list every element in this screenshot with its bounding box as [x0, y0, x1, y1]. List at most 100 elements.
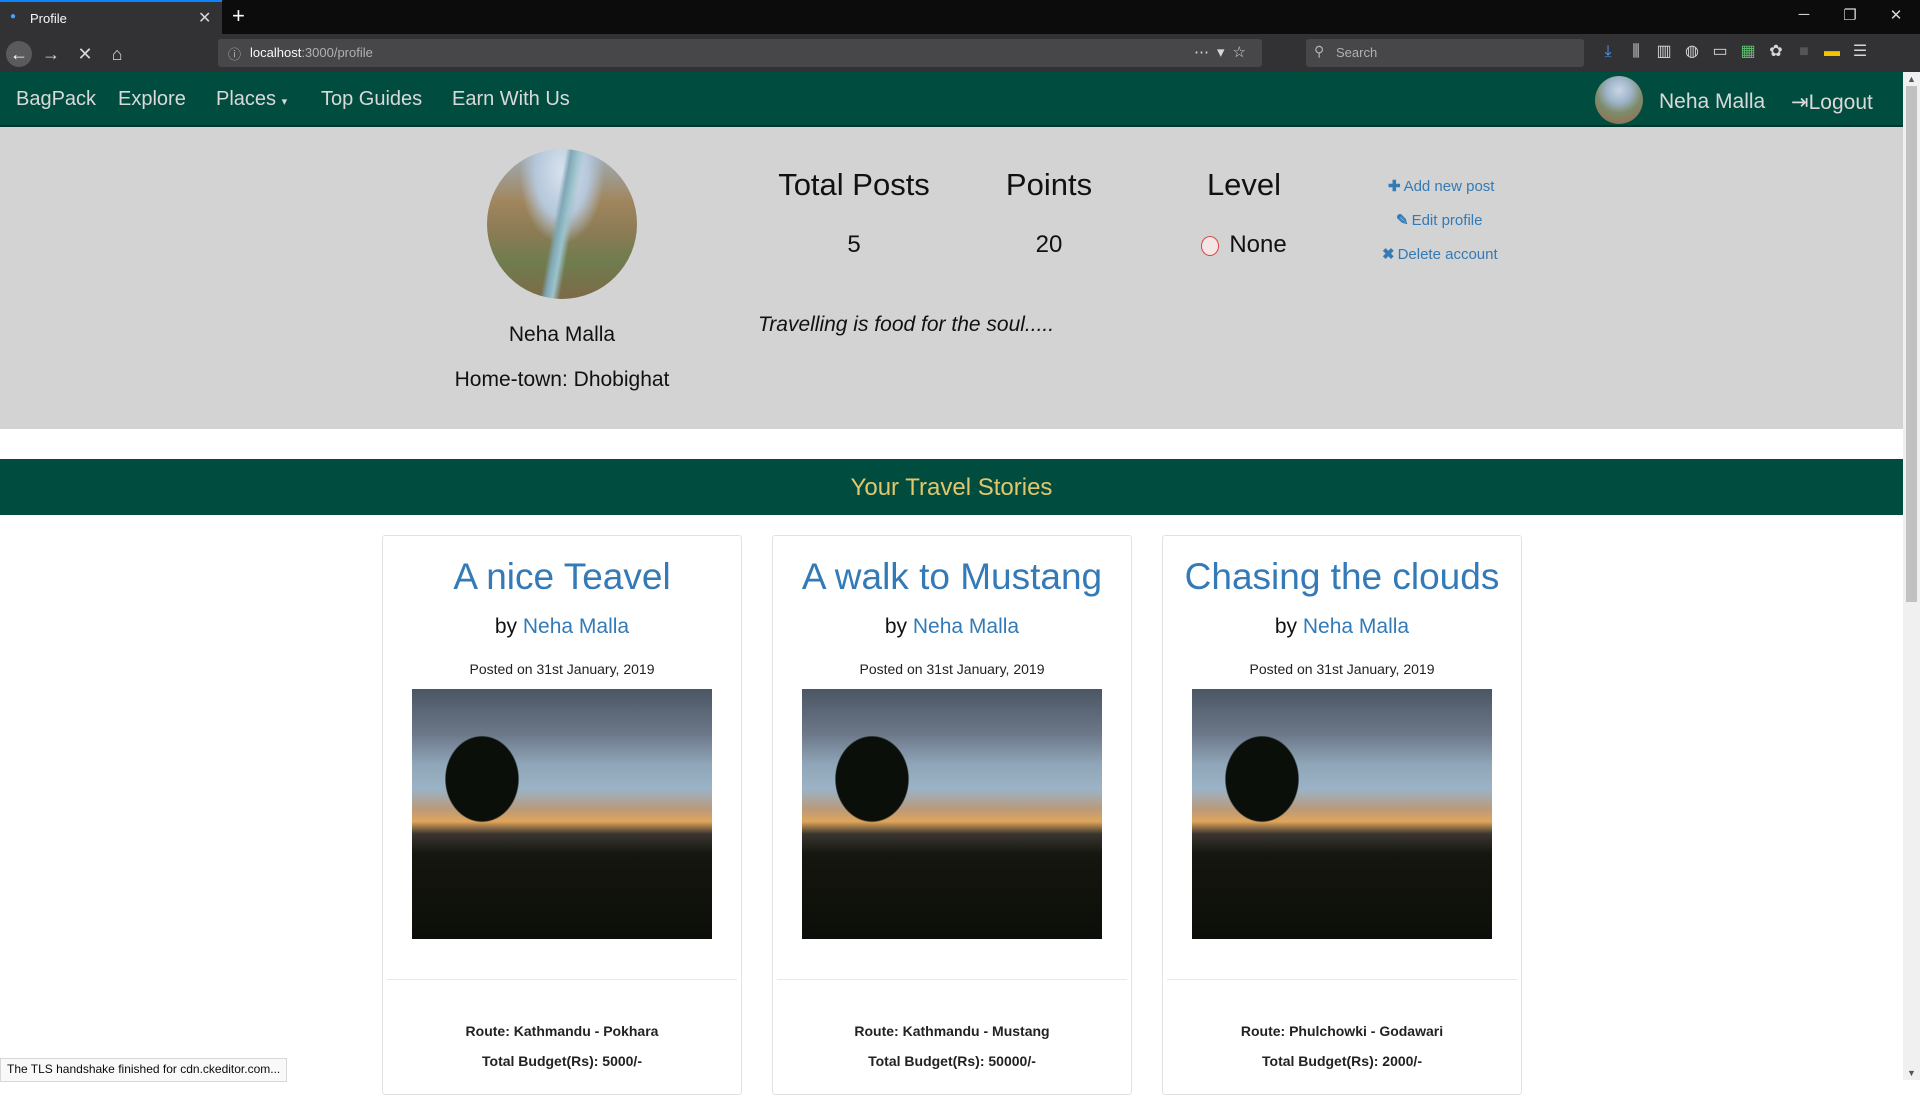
story-date: Posted on 31st January, 2019: [859, 661, 1045, 677]
author-link[interactable]: Neha Malla: [523, 615, 629, 638]
scroll-thumb[interactable]: [1906, 86, 1917, 602]
download-icon[interactable]: ⤓: [1594, 43, 1622, 61]
story-route: Route: Kathmandu - Mustang: [854, 1023, 1050, 1039]
stories-heading: Your Travel Stories: [850, 474, 1053, 501]
brand-link[interactable]: BagPack: [16, 88, 96, 111]
plus-icon: ✚: [1388, 178, 1401, 195]
site-navbar: BagPack Explore Places ▾ Top Guides Earn…: [0, 72, 1903, 127]
scroll-up-icon[interactable]: ▲: [1907, 74, 1916, 84]
card-divider: [387, 979, 737, 980]
browser-tab-profile[interactable]: ● Profile ✕: [0, 0, 222, 34]
close-icon: ✖: [1382, 246, 1395, 263]
loading-favicon-icon: ●: [10, 11, 17, 22]
nav-places-label: Places: [216, 88, 277, 110]
author-link[interactable]: Neha Malla: [1303, 615, 1409, 638]
story-image[interactable]: [1192, 689, 1492, 939]
browser-tab-bar: ● Profile ✕ + ─ ❐ ✕: [0, 0, 1920, 34]
add-new-post-label: Add new post: [1403, 178, 1495, 195]
logout-link[interactable]: ⇥Logout: [1791, 90, 1873, 115]
profile-hometown: Home-town: Dhobighat: [454, 368, 670, 391]
url-bar[interactable]: ⓘ localhost:3000/profile ⋯▾☆: [218, 39, 1262, 67]
library-icon[interactable]: ⫼: [1622, 43, 1650, 61]
points-value: 20: [1035, 231, 1063, 258]
medal-icon: [1201, 235, 1220, 256]
story-card: A nice Teavel by Neha Malla Posted on 31…: [382, 535, 742, 1095]
extension-icon[interactable]: ✿: [1762, 41, 1790, 61]
page-scrollbar[interactable]: ▲ ▼: [1903, 72, 1920, 1080]
close-window-icon[interactable]: ✕: [1876, 6, 1916, 24]
url-host: localhost: [250, 45, 302, 60]
search-icon: ⚲: [1314, 43, 1325, 59]
sidebar-icon[interactable]: ▥: [1650, 41, 1678, 61]
logout-label: Logout: [1808, 91, 1873, 114]
extension-icon[interactable]: ◍: [1678, 41, 1706, 61]
story-byline: by Neha Malla: [1163, 615, 1521, 639]
stories-heading-band: Your Travel Stories: [0, 459, 1903, 515]
card-divider: [1167, 979, 1517, 980]
stop-loading-icon[interactable]: ✕: [72, 41, 98, 67]
by-prefix: by: [884, 615, 908, 638]
nav-places-dropdown[interactable]: Places ▾: [216, 88, 287, 111]
author-link[interactable]: Neha Malla: [913, 615, 1019, 638]
browser-toolbar: ← → ✕ ⌂ ⓘ localhost:3000/profile ⋯▾☆ ⚲ S…: [0, 34, 1920, 72]
story-title-link[interactable]: A walk to Mustang: [773, 556, 1131, 598]
story-route: Route: Kathmandu - Pokhara: [465, 1023, 659, 1039]
story-card: A walk to Mustang by Neha Malla Posted o…: [772, 535, 1132, 1095]
new-tab-button[interactable]: +: [232, 3, 245, 29]
points-label: Points: [1005, 167, 1093, 202]
extension-icon[interactable]: ▬: [1818, 43, 1846, 61]
edit-profile-link[interactable]: ✎ Edit profile: [1396, 211, 1482, 229]
level-text: None: [1229, 231, 1287, 258]
edit-icon: ✎: [1396, 212, 1409, 229]
story-budget: Total Budget(Rs): 50000/-: [868, 1053, 1036, 1069]
extension-icon[interactable]: ▭: [1706, 41, 1734, 61]
level-label: Level: [1206, 167, 1282, 202]
by-prefix: by: [1274, 615, 1298, 638]
browser-search-input[interactable]: ⚲ Search: [1306, 39, 1584, 67]
back-icon[interactable]: ←: [6, 41, 32, 67]
url-text: localhost:3000/profile: [250, 45, 373, 60]
logout-icon: ⇥: [1791, 91, 1809, 114]
page-actions-icons[interactable]: ⋯▾☆: [1194, 43, 1254, 61]
nav-explore[interactable]: Explore: [118, 88, 186, 111]
user-avatar[interactable]: [1595, 76, 1643, 124]
search-placeholder: Search: [1336, 45, 1378, 60]
add-new-post-link[interactable]: ✚ Add new post: [1388, 177, 1494, 195]
profile-name: Neha Malla: [508, 323, 616, 346]
nav-user-name[interactable]: Neha Malla: [1659, 90, 1765, 114]
tab-close-icon[interactable]: ✕: [198, 8, 211, 28]
story-byline: by Neha Malla: [383, 615, 741, 639]
story-byline: by Neha Malla: [773, 615, 1131, 639]
home-icon[interactable]: ⌂: [104, 41, 130, 67]
story-card: Chasing the clouds by Neha Malla Posted …: [1162, 535, 1522, 1095]
profile-motto: Travelling is food for the soul.....: [758, 313, 1055, 336]
extension-icon[interactable]: ▦: [1734, 41, 1762, 61]
story-route: Route: Phulchowki - Godawari: [1240, 1023, 1444, 1039]
total-posts-label: Total Posts: [778, 167, 930, 202]
caret-down-icon: ▾: [281, 96, 288, 108]
nav-earn-with-us[interactable]: Earn With Us: [452, 88, 570, 111]
edit-profile-label: Edit profile: [1411, 212, 1483, 229]
minimize-icon[interactable]: ─: [1784, 6, 1824, 23]
story-date: Posted on 31st January, 2019: [469, 661, 655, 677]
restore-icon[interactable]: ❐: [1830, 6, 1870, 24]
browser-toolbar-icons: ⤓ ⫼ ▥ ◍ ▭ ▦ ✿ ■ ▬ ☰: [1594, 41, 1874, 61]
site-info-icon[interactable]: ⓘ: [228, 44, 241, 63]
tab-title: Profile: [30, 11, 67, 26]
profile-avatar: [487, 149, 637, 299]
delete-account-link[interactable]: ✖ Delete account: [1382, 245, 1498, 263]
menu-icon[interactable]: ☰: [1846, 41, 1874, 61]
browser-status-bar: The TLS handshake finished for cdn.ckedi…: [0, 1058, 288, 1082]
nav-top-guides[interactable]: Top Guides: [321, 88, 422, 111]
story-title-link[interactable]: Chasing the clouds: [1163, 556, 1521, 598]
profile-header: Neha Malla Home-town: Dhobighat Total Po…: [0, 127, 1903, 429]
story-image[interactable]: [412, 689, 712, 939]
extension-icon[interactable]: ■: [1790, 43, 1818, 61]
story-date: Posted on 31st January, 2019: [1249, 661, 1435, 677]
story-title-link[interactable]: A nice Teavel: [383, 556, 741, 598]
total-posts-value: 5: [847, 231, 861, 258]
level-value: None: [1164, 231, 1324, 259]
scroll-down-icon[interactable]: ▼: [1907, 1068, 1916, 1078]
story-image[interactable]: [802, 689, 1102, 939]
forward-icon[interactable]: →: [38, 41, 64, 67]
